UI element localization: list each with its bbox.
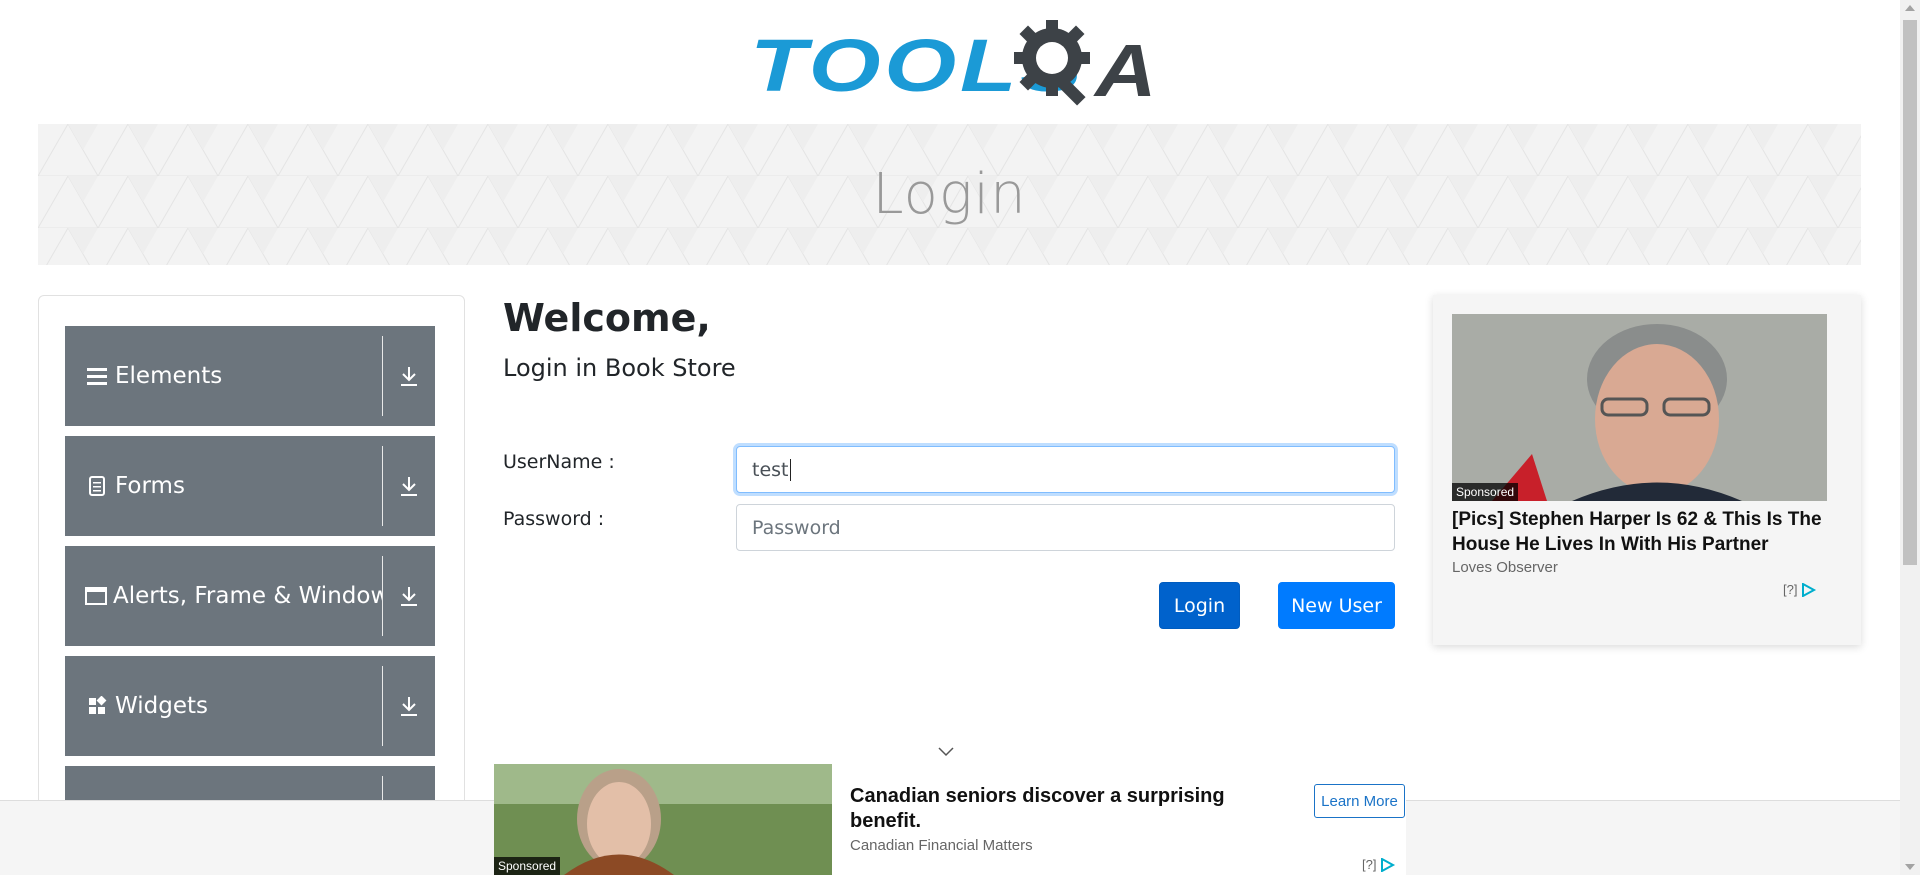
login-button[interactable]: Login: [1159, 582, 1240, 629]
password-input[interactable]: Password: [736, 504, 1395, 551]
adchoice-label: [?]: [1362, 857, 1377, 872]
vertical-scrollbar[interactable]: [1900, 0, 1920, 875]
gear-magnifier-icon: [1014, 20, 1090, 106]
window-icon: [85, 584, 107, 608]
bottom-ad[interactable]: Sponsored Canadian seniors discover a su…: [494, 764, 1406, 875]
sidebar-group-elements[interactable]: Elements: [65, 326, 435, 426]
document-icon: [85, 474, 109, 498]
login-subtitle: Login in Book Store: [503, 354, 736, 382]
learn-more-button[interactable]: Learn More: [1314, 784, 1405, 818]
download-arrow-icon: [383, 475, 435, 497]
page-banner: Login: [38, 124, 1861, 265]
text-caret: [789, 458, 791, 481]
hamburger-icon: [85, 364, 109, 388]
username-value: test: [752, 458, 789, 481]
sidebar-group-header: Forms: [65, 473, 382, 499]
logo-suffix: A: [1095, 29, 1157, 112]
adchoices-icon: [1802, 582, 1817, 597]
download-arrow-icon: [383, 365, 435, 387]
welcome-heading: Welcome,: [503, 296, 711, 340]
sidebar-group-label: Alerts, Frame & Windows: [113, 583, 382, 609]
chevron-down-icon[interactable]: [936, 744, 956, 760]
ad-image[interactable]: Sponsored: [494, 764, 832, 875]
ad-source[interactable]: Loves Observer: [1452, 559, 1558, 576]
left-sidebar: Elements Forms Alerts, Frame & Windows W…: [38, 295, 465, 875]
toolsqa-logo[interactable]: TOOLS A: [750, 18, 1156, 113]
widgets-icon: [85, 694, 109, 718]
scroll-up-arrow-icon[interactable]: [1905, 5, 1915, 11]
ad-image[interactable]: Sponsored: [1452, 314, 1827, 501]
scroll-thumb[interactable]: [1903, 20, 1917, 565]
ad-source[interactable]: Canadian Financial Matters: [850, 837, 1033, 854]
sidebar-group-label: Elements: [115, 363, 223, 389]
download-arrow-icon: [383, 585, 435, 607]
download-arrow-icon: [383, 695, 435, 717]
page-title: Login: [872, 162, 1027, 227]
sidebar-group-widgets[interactable]: Widgets: [65, 656, 435, 756]
username-label: UserName :: [503, 451, 615, 473]
sponsored-badge: Sponsored: [1452, 483, 1519, 501]
adchoice[interactable]: [?]: [1783, 582, 1817, 597]
sidebar-group-header: Alerts, Frame & Windows: [65, 583, 382, 609]
ad-photo-illustration: [1452, 314, 1827, 501]
adchoice-label: [?]: [1783, 582, 1798, 597]
right-ad[interactable]: Sponsored [Pics] Stephen Harper Is 62 & …: [1433, 295, 1861, 645]
sidebar-group-forms[interactable]: Forms: [65, 436, 435, 536]
sidebar-group-alerts[interactable]: Alerts, Frame & Windows: [65, 546, 435, 646]
sidebar-group-label: Forms: [115, 473, 185, 499]
adchoices-icon: [1381, 857, 1396, 872]
password-placeholder: Password: [752, 516, 841, 539]
sidebar-group-header: Widgets: [65, 693, 382, 719]
sidebar-group-label: Widgets: [115, 693, 208, 719]
new-user-button[interactable]: New User: [1278, 582, 1395, 629]
ad-headline[interactable]: [Pics] Stephen Harper Is 62 & This Is Th…: [1452, 507, 1842, 557]
password-label: Password :: [503, 508, 605, 530]
sponsored-badge: Sponsored: [494, 857, 561, 875]
adchoice[interactable]: [?]: [1362, 857, 1396, 872]
ad-headline[interactable]: Canadian seniors discover a surprising b…: [850, 784, 1270, 834]
sidebar-group-header: Elements: [65, 363, 382, 389]
scroll-down-arrow-icon[interactable]: [1905, 864, 1915, 870]
username-input[interactable]: test: [736, 446, 1395, 493]
